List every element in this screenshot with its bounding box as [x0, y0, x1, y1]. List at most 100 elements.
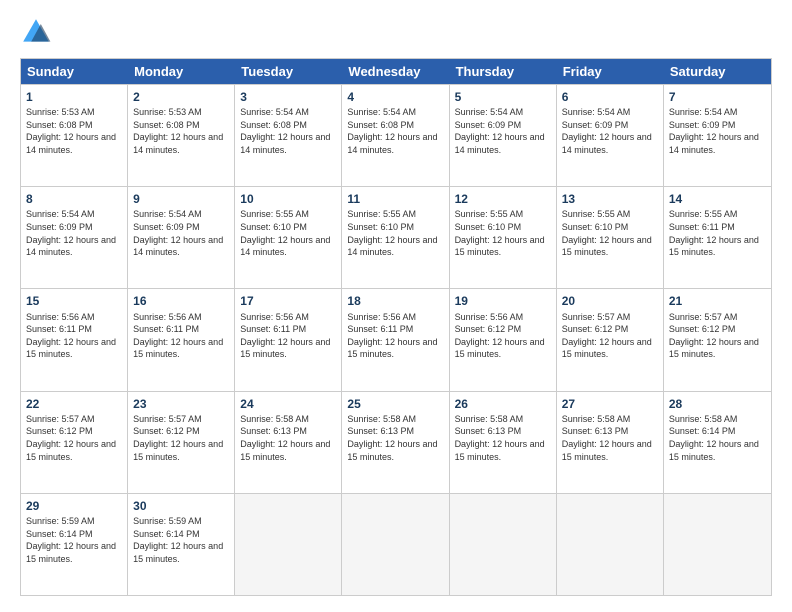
calendar-cell: 25Sunrise: 5:58 AMSunset: 6:13 PMDayligh…	[342, 392, 449, 493]
calendar-cell: 2Sunrise: 5:53 AMSunset: 6:08 PMDaylight…	[128, 85, 235, 186]
sunrise-label: Sunrise: 5:56 AM	[455, 312, 524, 322]
calendar-cell: 27Sunrise: 5:58 AMSunset: 6:13 PMDayligh…	[557, 392, 664, 493]
cell-info: Sunrise: 5:56 AMSunset: 6:11 PMDaylight:…	[240, 311, 336, 361]
calendar-body: 1 Sunrise: 5:53 AM Sunset: 6:08 PM Daylight…	[21, 84, 771, 595]
cell-day-number: 2	[133, 89, 229, 105]
cell-day-number: 17	[240, 293, 336, 309]
sunset-label: Sunset: 6:09 PM	[669, 120, 736, 130]
cell-info: Sunrise: 5:54 AMSunset: 6:09 PMDaylight:…	[26, 208, 122, 258]
cell-day-number: 10	[240, 191, 336, 207]
cell-info: Sunrise: 5:54 AMSunset: 6:08 PMDaylight:…	[240, 106, 336, 156]
calendar-cell: 20Sunrise: 5:57 AMSunset: 6:12 PMDayligh…	[557, 289, 664, 390]
calendar-header-cell: Wednesday	[342, 59, 449, 84]
cell-day-number: 22	[26, 396, 122, 412]
cell-day-number: 8	[26, 191, 122, 207]
sunset-label: Sunset: 6:10 PM	[455, 222, 522, 232]
cell-info: Sunrise: 5:58 AMSunset: 6:13 PMDaylight:…	[562, 413, 658, 463]
cell-day-number: 5	[455, 89, 551, 105]
cell-day-number: 18	[347, 293, 443, 309]
sunrise-label: Sunrise: 5:57 AM	[133, 414, 202, 424]
cell-info: Sunrise: 5:54 AMSunset: 6:09 PMDaylight:…	[133, 208, 229, 258]
cell-info: Sunrise: 5:54 AMSunset: 6:08 PMDaylight:…	[347, 106, 443, 156]
sunrise-label: Sunrise: 5:58 AM	[562, 414, 631, 424]
calendar-cell: 4Sunrise: 5:54 AMSunset: 6:08 PMDaylight…	[342, 85, 449, 186]
sunset-label: Sunset: 6:12 PM	[133, 426, 200, 436]
calendar-cell	[450, 494, 557, 595]
sunrise-label: Sunrise: 5:58 AM	[240, 414, 309, 424]
sunset-label: Sunset: 6:11 PM	[240, 324, 306, 334]
calendar-cell: 7Sunrise: 5:54 AMSunset: 6:09 PMDaylight…	[664, 85, 771, 186]
cell-day-number: 26	[455, 396, 551, 412]
sunset-label: Sunset: 6:12 PM	[26, 426, 93, 436]
sunset-label: Sunset: 6:09 PM	[562, 120, 629, 130]
cell-info: Sunrise: 5:53 AMSunset: 6:08 PMDaylight:…	[26, 106, 122, 156]
daylight-label: Daylight: 12 hours and 15 minutes.	[347, 439, 437, 462]
sunrise-label: Sunrise: 5:53 AM	[26, 107, 95, 117]
daylight-label: Daylight: 12 hours and 15 minutes.	[240, 439, 330, 462]
calendar-row: 22 Sunrise: 5:57 AM Sunset: 6:12 PM Dayligh…	[21, 391, 771, 493]
sunset-label: Sunset: 6:10 PM	[347, 222, 414, 232]
sunrise-label: Sunrise: 5:58 AM	[455, 414, 524, 424]
sunrise-label: Sunrise: 5:55 AM	[562, 209, 631, 219]
sunrise-label: Sunrise: 5:53 AM	[133, 107, 202, 117]
page: SundayMondayTuesdayWednesdayThursdayFrid…	[0, 0, 792, 612]
cell-day-number: 14	[669, 191, 766, 207]
calendar-header-row: SundayMondayTuesdayWednesdayThursdayFrid…	[21, 59, 771, 84]
daylight-label: Daylight: 12 hours and 15 minutes.	[26, 541, 116, 564]
calendar-cell: 26Sunrise: 5:58 AMSunset: 6:13 PMDayligh…	[450, 392, 557, 493]
sunrise-label: Sunrise: 5:55 AM	[669, 209, 738, 219]
cell-day-number: 6	[562, 89, 658, 105]
logo	[20, 16, 56, 48]
sunrise-label: Sunrise: 5:56 AM	[26, 312, 95, 322]
sunrise-label: Sunrise: 5:55 AM	[455, 209, 524, 219]
sunrise-label: Sunrise: 5:56 AM	[240, 312, 309, 322]
daylight-label: Daylight: 12 hours and 15 minutes.	[562, 235, 652, 258]
sunset-label: Sunset: 6:09 PM	[455, 120, 522, 130]
cell-day-number: 4	[347, 89, 443, 105]
cell-info: Sunrise: 5:57 AMSunset: 6:12 PMDaylight:…	[26, 413, 122, 463]
cell-day-number: 15	[26, 293, 122, 309]
cell-info: Sunrise: 5:57 AMSunset: 6:12 PMDaylight:…	[669, 311, 766, 361]
calendar-cell: 5Sunrise: 5:54 AMSunset: 6:09 PMDaylight…	[450, 85, 557, 186]
sunset-label: Sunset: 6:12 PM	[562, 324, 629, 334]
sunrise-label: Sunrise: 5:57 AM	[26, 414, 95, 424]
sunrise-label: Sunrise: 5:54 AM	[240, 107, 309, 117]
daylight-label: Daylight: 12 hours and 15 minutes.	[669, 235, 759, 258]
daylight-label: Daylight: 12 hours and 14 minutes.	[26, 235, 116, 258]
cell-info: Sunrise: 5:58 AMSunset: 6:13 PMDaylight:…	[455, 413, 551, 463]
sunrise-label: Sunrise: 5:56 AM	[347, 312, 416, 322]
calendar-header-cell: Tuesday	[235, 59, 342, 84]
sunset-label: Sunset: 6:14 PM	[26, 529, 93, 539]
sunset-label: Sunset: 6:13 PM	[347, 426, 414, 436]
cell-info: Sunrise: 5:55 AMSunset: 6:10 PMDaylight:…	[240, 208, 336, 258]
daylight-label: Daylight: 12 hours and 15 minutes.	[455, 337, 545, 360]
cell-day-number: 12	[455, 191, 551, 207]
sunset-label: Sunset: 6:09 PM	[26, 222, 93, 232]
calendar-header-cell: Saturday	[664, 59, 771, 84]
sunset-label: Sunset: 6:14 PM	[133, 529, 200, 539]
calendar-cell: 19Sunrise: 5:56 AMSunset: 6:12 PMDayligh…	[450, 289, 557, 390]
cell-info: Sunrise: 5:54 AMSunset: 6:09 PMDaylight:…	[669, 106, 766, 156]
calendar-cell: 30Sunrise: 5:59 AMSunset: 6:14 PMDayligh…	[128, 494, 235, 595]
cell-day-number: 20	[562, 293, 658, 309]
calendar-cell: 13Sunrise: 5:55 AMSunset: 6:10 PMDayligh…	[557, 187, 664, 288]
sunset-label: Sunset: 6:11 PM	[133, 324, 199, 334]
sunrise-label: Sunrise: 5:57 AM	[562, 312, 631, 322]
cell-info: Sunrise: 5:57 AMSunset: 6:12 PMDaylight:…	[562, 311, 658, 361]
sunrise-label: Sunrise: 5:58 AM	[347, 414, 416, 424]
sunrise-label: Sunrise: 5:54 AM	[455, 107, 524, 117]
sunset-label: Sunset: 6:13 PM	[240, 426, 307, 436]
cell-info: Sunrise: 5:55 AMSunset: 6:10 PMDaylight:…	[347, 208, 443, 258]
calendar-cell: 3Sunrise: 5:54 AMSunset: 6:08 PMDaylight…	[235, 85, 342, 186]
daylight-label: Daylight: 12 hours and 15 minutes.	[133, 439, 223, 462]
daylight-label: Daylight: 12 hours and 15 minutes.	[26, 337, 116, 360]
cell-day-number: 11	[347, 191, 443, 207]
cell-day-number: 1	[26, 89, 122, 105]
calendar-cell: 1Sunrise: 5:53 AMSunset: 6:08 PMDaylight…	[21, 85, 128, 186]
sunset-label: Sunset: 6:08 PM	[26, 120, 93, 130]
sunset-label: Sunset: 6:11 PM	[669, 222, 735, 232]
cell-info: Sunrise: 5:56 AMSunset: 6:11 PMDaylight:…	[26, 311, 122, 361]
calendar-cell: 15 Sunrise: 5:56 AMSunset: 6:11 PMDayligh…	[21, 289, 128, 390]
sunrise-label: Sunrise: 5:55 AM	[240, 209, 309, 219]
daylight-label: Daylight: 12 hours and 14 minutes.	[240, 235, 330, 258]
